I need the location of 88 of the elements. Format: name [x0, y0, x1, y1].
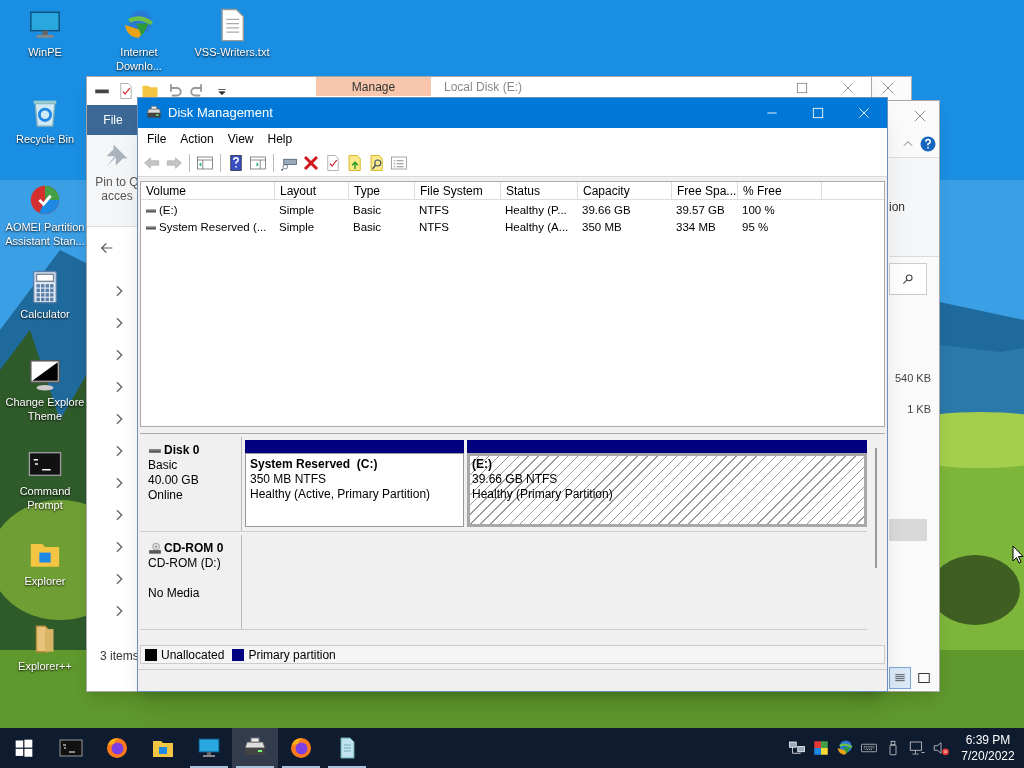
- legend-label: Primary partition: [248, 646, 336, 664]
- table-cell-text: (E:): [159, 202, 178, 218]
- network-icon[interactable]: [908, 739, 926, 757]
- maximize-icon[interactable]: [810, 105, 826, 121]
- disk-name: Disk 0: [164, 443, 200, 458]
- column-header[interactable]: File System: [415, 182, 501, 199]
- firefox-icon: [105, 736, 129, 760]
- monitor-icon[interactable]: [28, 358, 62, 392]
- drive-icon: [146, 105, 162, 121]
- partition-size: 350 MB NTFS: [250, 472, 327, 487]
- close-icon[interactable]: [856, 105, 872, 121]
- table-cell-text: 540 KB: [894, 371, 931, 386]
- ribbon-tab[interactable]: File: [87, 105, 139, 135]
- table-cell-text: Basic: [353, 202, 382, 218]
- back-icon[interactable]: [99, 240, 115, 256]
- checklist-icon[interactable]: [117, 82, 135, 100]
- close-icon[interactable]: [840, 80, 856, 96]
- desktop-icon-label[interactable]: Calculator: [20, 307, 70, 321]
- search-icon: [901, 272, 915, 286]
- folder-search-icon[interactable]: [368, 154, 386, 172]
- partition-block[interactable]: System Reserved (C:) 350 MB NTFS Healthy (Active, Primary Partition): [245, 453, 464, 527]
- column-header[interactable]: Type: [349, 182, 415, 199]
- disk-type: CD-ROM (D:): [148, 556, 222, 571]
- table-cell-text: 1 KB: [907, 401, 931, 417]
- table-cell-text: 39.66 GB: [582, 202, 631, 218]
- column-header[interactable]: Volume: [141, 182, 275, 199]
- table-cell-text: Healthy (P...: [505, 202, 567, 218]
- partition-status: Healthy (Primary Partition): [472, 487, 613, 502]
- table-cell-text: NTFS: [419, 202, 450, 218]
- menu-item[interactable]: Help: [260, 130, 300, 148]
- table-cell-text: NTFS: [419, 219, 450, 235]
- partition-size: 39.66 GB NTFS: [472, 472, 558, 487]
- menu-item[interactable]: File: [140, 130, 174, 148]
- monitor-icon: [197, 736, 221, 760]
- table-cell-text: 334 MB: [676, 219, 716, 235]
- table-cell-text: 350 MB: [582, 219, 622, 235]
- volume-muted-icon[interactable]: [932, 739, 950, 757]
- legend-label: Unallocated: [161, 646, 225, 664]
- checklist-icon[interactable]: [324, 154, 342, 172]
- disk-size: 40.00 GB: [148, 473, 200, 488]
- table-cell-text: 39.57 GB: [676, 202, 725, 218]
- table-cell-text: Healthy (A...: [505, 219, 569, 235]
- table-cell-text: System Reserved (...: [159, 219, 267, 235]
- window-title: Disk Management: [168, 104, 273, 123]
- table-cell-text: 95 %: [742, 219, 769, 235]
- partition-block[interactable]: (E:) 39.66 GB NTFS Healthy (Primary Partition): [467, 453, 867, 527]
- table-cell-text: Basic: [353, 219, 382, 235]
- search-field[interactable]: [889, 263, 927, 295]
- table-cell-text: Simple: [279, 219, 315, 235]
- cursor-icon: [1012, 545, 1024, 565]
- context-tab[interactable]: Manage: [316, 77, 431, 96]
- start-icon[interactable]: [14, 738, 34, 758]
- partition-status: Healthy (Active, Primary Partition): [250, 487, 431, 502]
- details-view-button[interactable]: [889, 667, 911, 689]
- scrollbar-thumb[interactable]: [875, 448, 877, 568]
- console-icon: [59, 736, 83, 760]
- network-icon[interactable]: [788, 739, 806, 757]
- disk-type: Basic: [148, 458, 179, 473]
- help-icon[interactable]: [919, 135, 937, 153]
- column-header[interactable]: Free Spa...: [672, 182, 738, 199]
- panel-icon[interactable]: [196, 154, 214, 172]
- column-header[interactable]: % Free: [738, 182, 822, 199]
- partition-name: System Reserved (C:): [250, 457, 378, 472]
- color-grid-icon[interactable]: [812, 739, 830, 757]
- window-title: Local Disk (E:): [444, 80, 523, 94]
- disk-status: No Media: [148, 586, 201, 601]
- table-cell-text: 100 %: [742, 202, 775, 218]
- folder-up-icon[interactable]: [346, 154, 364, 172]
- globe-icon[interactable]: [836, 739, 854, 757]
- table-cell-text: Simple: [279, 202, 315, 218]
- help-icon[interactable]: [227, 154, 245, 172]
- desktop-icon-label[interactable]: Change Explore Theme: [5, 395, 85, 423]
- disk-name: CD-ROM 0: [164, 541, 224, 556]
- pie-chart-icon[interactable]: [28, 183, 62, 217]
- column-header[interactable]: Status: [501, 182, 578, 199]
- desktop-icon-label[interactable]: Command Prompt: [19, 484, 71, 512]
- taskbar-button[interactable]: [232, 728, 278, 768]
- partition-name: (E:): [472, 457, 492, 472]
- clock[interactable]: 6:39 PM 7/20/2022: [952, 728, 1024, 768]
- column-header[interactable]: Layout: [275, 182, 349, 199]
- cd-drive-icon: [148, 541, 162, 556]
- column-header[interactable]: Capacity: [578, 182, 672, 199]
- disk-status: Online: [148, 488, 184, 503]
- delete-icon[interactable]: [302, 154, 320, 172]
- firefox-icon: [289, 736, 313, 760]
- ribbon-label[interactable]: ion: [889, 198, 939, 216]
- menu-item[interactable]: Action: [173, 130, 221, 148]
- menu-item[interactable]: View: [220, 130, 261, 148]
